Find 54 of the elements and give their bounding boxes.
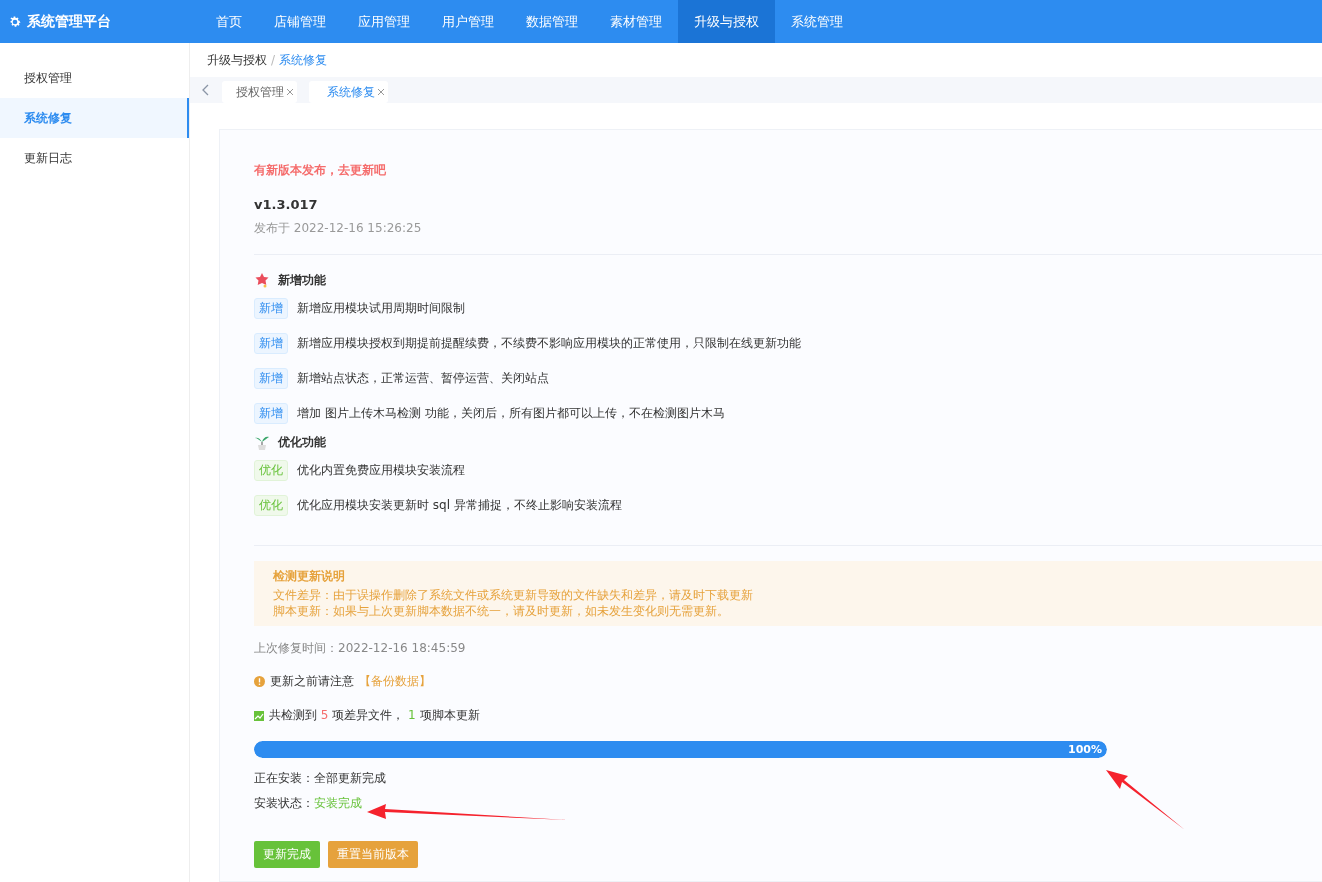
change-tag: 优化 — [254, 460, 288, 481]
sidebar-item[interactable]: 授权管理 — [0, 58, 189, 98]
change-tag: 优化 — [254, 495, 288, 516]
app-title: 系统管理平台 — [27, 12, 111, 31]
change-description: 新增站点状态，正常运营、暂停运营、关闭站点 — [297, 370, 549, 387]
new-version-notice: 有新版本发布，去更新吧 — [254, 162, 387, 179]
release-date: 发布于 2022-12-16 15:26:25 — [254, 220, 423, 237]
version-number: v1.3.017 — [254, 197, 319, 212]
page-tab[interactable]: 授权管理 — [222, 81, 297, 103]
section-title: 新增功能 — [278, 271, 326, 289]
change-tag: 新增 — [254, 368, 288, 389]
gear-icon — [8, 14, 22, 29]
change-description: 优化内置免费应用模块安装流程 — [297, 462, 465, 479]
last-repair-time: 上次修复时间：2022-12-16 18:45:59 — [254, 640, 467, 657]
change-description: 增加 图片上传木马检测 功能，关闭后，所有图片都可以上传，不在检测图片木马 — [297, 405, 725, 422]
nav-tab[interactable]: 店铺管理 — [258, 0, 342, 43]
change-description: 新增应用模块试用周期时间限制 — [297, 300, 465, 317]
progress-label: 100% — [1068, 743, 1102, 756]
detect-summary: 共检测到 5 项差异文件， 1 项脚本更新 — [269, 707, 480, 724]
nav-tab[interactable]: 系统管理 — [775, 0, 859, 43]
nav-tab[interactable]: 升级与授权 — [678, 0, 775, 43]
info-title: 检测更新说明 — [273, 568, 346, 584]
status-value: 安装完成 — [314, 796, 362, 810]
action-button[interactable]: 更新完成 — [254, 841, 320, 868]
section-title: 优化功能 — [278, 433, 326, 451]
nav-tab[interactable]: 应用管理 — [342, 0, 426, 43]
installing-value: 全部更新完成 — [314, 771, 386, 785]
breadcrumb-link[interactable]: 升级与授权 — [207, 51, 267, 69]
info-text: 脚本更新：如果与上次更新脚本数据不统一，请及时更新，如未发生变化则无需更新。 — [273, 603, 730, 619]
chevron-left-icon[interactable] — [202, 84, 210, 96]
exclamation-icon — [254, 676, 265, 687]
close-icon[interactable] — [286, 88, 294, 96]
action-button[interactable]: 重置当前版本 — [328, 841, 418, 868]
close-icon[interactable] — [377, 88, 385, 96]
change-description: 优化应用模块安装更新时 sql 异常捕捉，不终止影响安装流程 — [297, 497, 622, 514]
nav-tab[interactable]: 用户管理 — [426, 0, 510, 43]
change-description: 新增应用模块授权到期提前提醒续费，不续费不影响应用模块的正常使用，只限制在线更新功能 — [297, 335, 801, 352]
sidebar-item[interactable]: 系统修复 — [0, 98, 189, 138]
nav-tab[interactable]: 首页 — [200, 0, 258, 43]
change-tag: 新增 — [254, 333, 288, 354]
breadcrumb-link[interactable]: 系统修复 — [279, 51, 328, 69]
sidebar-item[interactable]: 更新日志 — [0, 138, 189, 178]
installing-label: 正在安装： — [254, 771, 314, 785]
breadcrumb-separator: / — [271, 53, 276, 67]
nav-tab[interactable]: 数据管理 — [510, 0, 594, 43]
warning-text: 更新之前请注意 — [270, 673, 354, 690]
nav-tab[interactable]: 素材管理 — [594, 0, 678, 43]
page-tab[interactable]: 系统修复 — [309, 81, 388, 103]
status-label: 安装状态： — [254, 796, 314, 810]
chart-icon — [254, 710, 264, 721]
change-tag: 新增 — [254, 298, 288, 319]
change-tag: 新增 — [254, 403, 288, 424]
backup-link[interactable]: 【备份数据】 — [359, 673, 431, 690]
info-text: 文件差异：由于误操作删除了系统文件或系统更新导致的文件缺失和差异，请及时下载更新 — [273, 587, 754, 603]
